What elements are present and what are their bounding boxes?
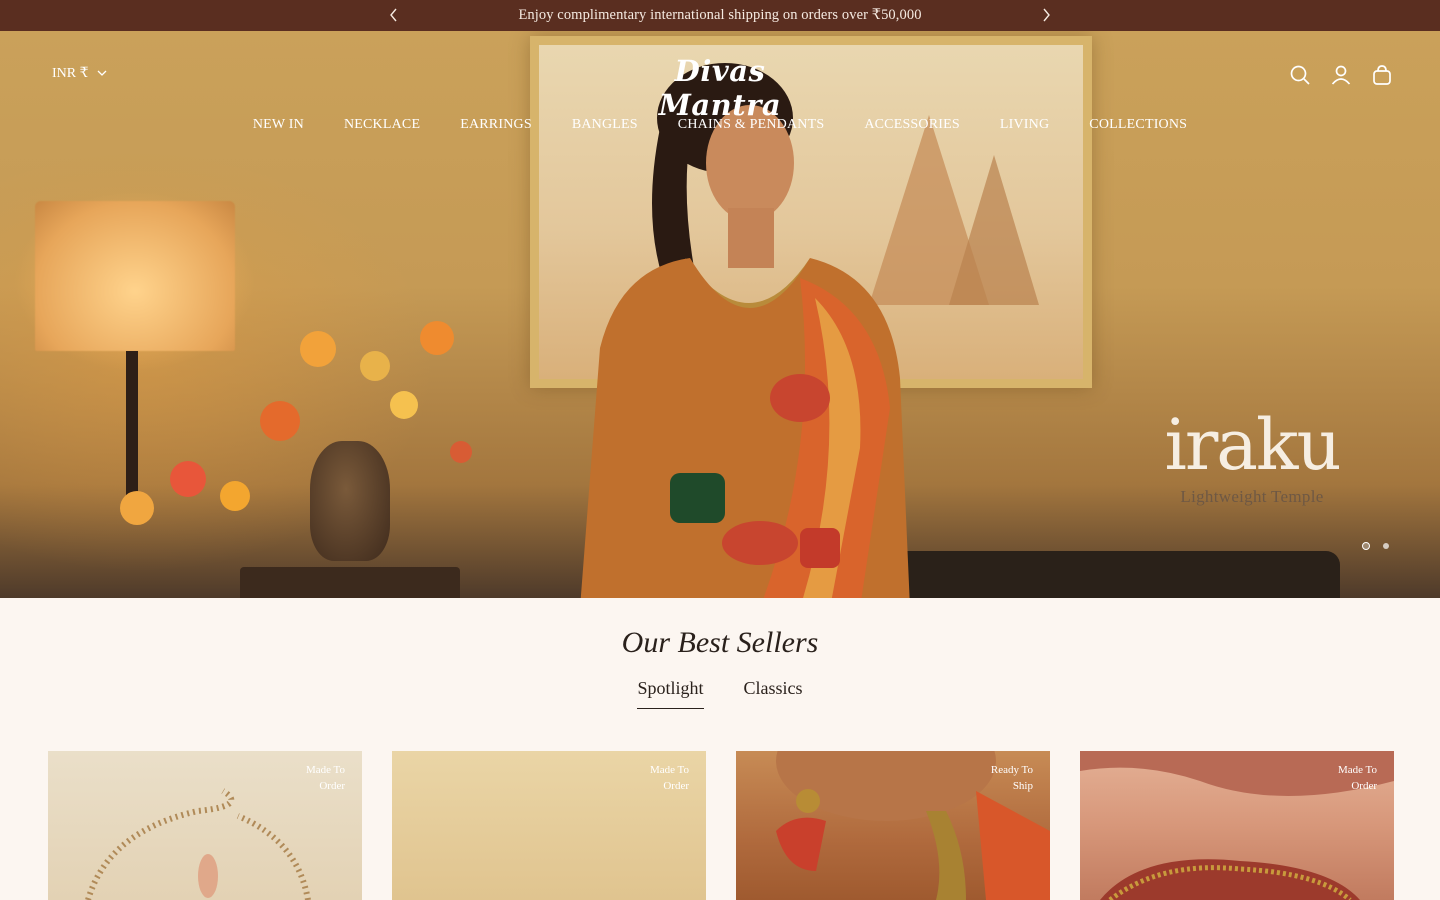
section-title: Our Best Sellers (621, 626, 819, 659)
sofa-image (860, 551, 1340, 598)
availability-badge: Made To Order (285, 762, 345, 794)
badge-line-2: Order (319, 780, 345, 792)
cart-icon[interactable] (1370, 63, 1393, 86)
nav-item-new-in[interactable]: NEW IN (253, 117, 304, 133)
account-icon[interactable] (1329, 63, 1352, 86)
nav-item-collections[interactable]: COLLECTIONS (1089, 117, 1187, 133)
currency-label: INR ₹ (52, 66, 89, 81)
tab-spotlight[interactable]: Spotlight (637, 678, 704, 709)
availability-badge: Made To Order (629, 762, 689, 794)
nav-item-necklace[interactable]: NECKLACE (344, 117, 420, 133)
slide-dot-2[interactable] (1383, 543, 1389, 549)
main-navigation: NEW IN NECKLACE EARRINGS BANGLES CHAINS … (0, 117, 1440, 133)
badge-line-1: Ready To (990, 764, 1033, 776)
temple-shape-small (949, 155, 1039, 305)
collection-logo[interactable]: iraku Lightweight Temple (1162, 405, 1342, 507)
announcement-message: Enjoy complimentary international shippi… (518, 7, 922, 23)
chevron-left-icon[interactable] (386, 7, 402, 23)
collection-logo-word: iraku (1164, 404, 1341, 486)
nav-item-living[interactable]: LIVING (1000, 117, 1049, 133)
nav-item-bangles[interactable]: BANGLES (572, 117, 638, 133)
collection-tagline: Lightweight Temple (1180, 487, 1324, 506)
hero-banner[interactable]: INR ₹ Divas Mantra NEW IN NECKLACE EARRI… (0, 31, 1440, 598)
badge-line-1: Made To (305, 764, 345, 776)
product-card[interactable]: Made To Order (392, 751, 706, 900)
availability-badge: Ready To Ship (973, 762, 1033, 794)
announcement-bar: Enjoy complimentary international shippi… (0, 0, 1440, 31)
nav-item-earrings[interactable]: EARRINGS (460, 117, 532, 133)
availability-badge: Made To Order (1317, 762, 1377, 794)
product-card[interactable]: Made To Order (48, 751, 362, 900)
table-image (240, 567, 460, 598)
best-sellers-tabs: Spotlight Classics (0, 678, 1440, 709)
nav-item-accessories[interactable]: ACCESSORIES (864, 117, 960, 133)
site-logo[interactable]: Divas Mantra (625, 54, 815, 122)
badge-line-2: Ship (1012, 780, 1033, 792)
chevron-right-icon[interactable] (1038, 7, 1054, 23)
badge-line-1: Made To (649, 764, 689, 776)
badge-line-2: Order (1351, 780, 1377, 792)
chevron-down-icon (97, 66, 107, 82)
badge-line-1: Made To (1337, 764, 1377, 776)
badge-line-2: Order (663, 780, 689, 792)
vase-image (310, 441, 390, 561)
slide-dot-1[interactable] (1362, 542, 1370, 550)
product-grid: Made To Order Made To Order Ready To Shi… (48, 751, 1394, 900)
tab-classics[interactable]: Classics (744, 678, 803, 709)
nav-item-chains-pendants[interactable]: CHAINS & PENDANTS (678, 117, 825, 133)
product-card[interactable]: Made To Order (1080, 751, 1394, 900)
slide-indicators (1362, 542, 1389, 550)
search-icon[interactable] (1288, 63, 1311, 86)
product-card[interactable]: Ready To Ship (736, 751, 1050, 900)
currency-selector[interactable]: INR ₹ (52, 65, 107, 82)
